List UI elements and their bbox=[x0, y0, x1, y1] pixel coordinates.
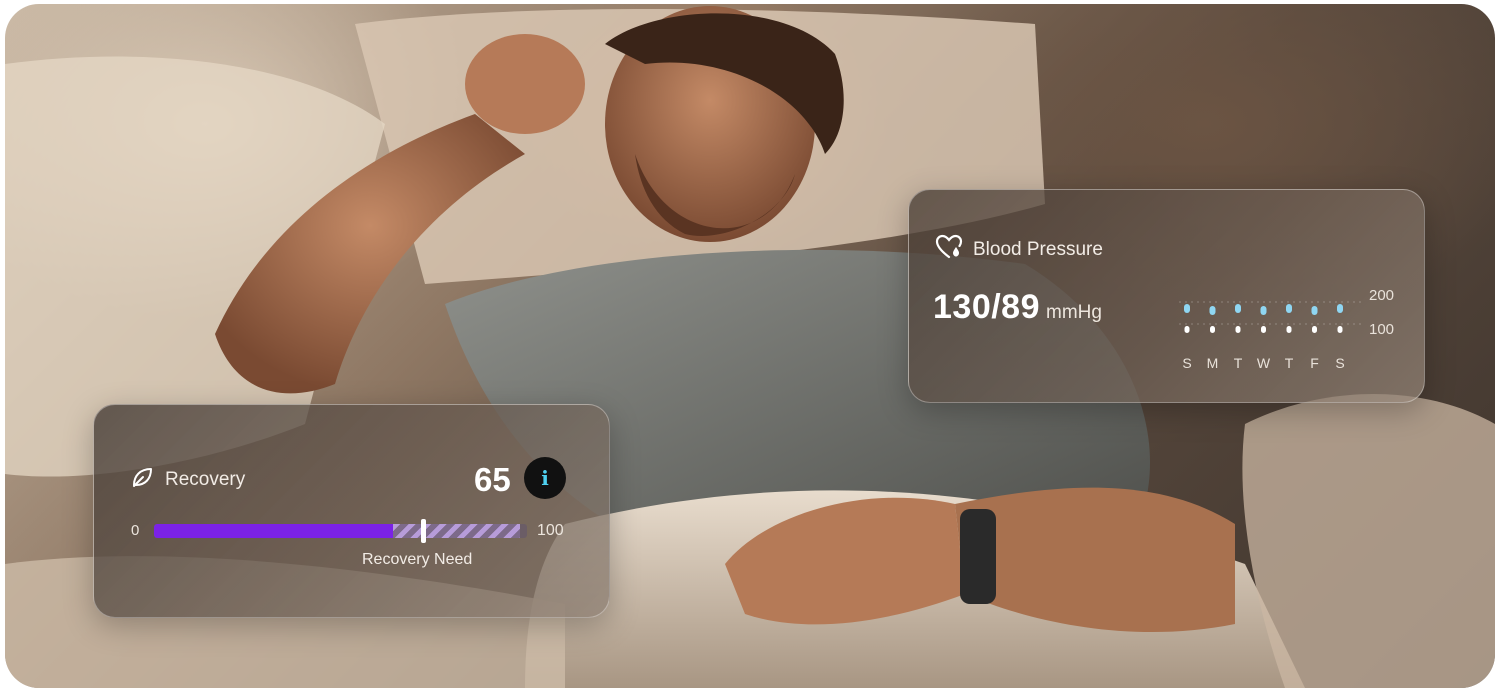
leaf-icon bbox=[131, 466, 153, 493]
blood-pressure-reading: 130/89 mmHg bbox=[933, 288, 1102, 327]
day-label: F bbox=[1310, 355, 1319, 371]
recovery-header: Recovery bbox=[131, 466, 245, 493]
day-label: W bbox=[1257, 355, 1271, 371]
diastolic-dot bbox=[1312, 326, 1317, 333]
heart-drop-icon bbox=[935, 234, 963, 265]
diastolic-dot bbox=[1184, 326, 1190, 333]
recovery-card: Recovery 65 i 0 100 Recovery Need bbox=[93, 404, 610, 618]
recovery-need-range bbox=[392, 524, 521, 538]
diastolic-dot bbox=[1235, 326, 1241, 333]
day-label: S bbox=[1182, 355, 1191, 371]
recovery-need-marker bbox=[420, 519, 426, 543]
info-icon-glyph: i bbox=[541, 466, 549, 490]
day-label: S bbox=[1335, 355, 1344, 371]
blood-pressure-title: Blood Pressure bbox=[973, 238, 1103, 260]
recovery-scale-min: 0 bbox=[131, 522, 140, 539]
systolic-dot bbox=[1209, 306, 1216, 315]
blood-pressure-header: Blood Pressure bbox=[935, 234, 1103, 265]
recovery-progress-fill bbox=[154, 524, 393, 538]
hero-photo-frame: Blood Pressure 130/89 mmHg S M T W T F S 200 100… bbox=[5, 4, 1495, 688]
y-tick-label: 100 bbox=[1369, 321, 1394, 338]
diastolic-dot bbox=[1337, 326, 1343, 333]
recovery-scale-max: 100 bbox=[537, 522, 564, 539]
diastolic-dot bbox=[1286, 326, 1292, 333]
diastolic-dot bbox=[1261, 326, 1266, 333]
systolic-dot bbox=[1311, 306, 1318, 315]
recovery-title: Recovery bbox=[165, 468, 246, 490]
blood-pressure-card: Blood Pressure 130/89 mmHg S M T W T F S 200 100 bbox=[908, 189, 1425, 403]
systolic-dot bbox=[1286, 304, 1292, 313]
info-icon[interactable]: i bbox=[524, 457, 566, 499]
recovery-score: 65 bbox=[474, 461, 511, 498]
systolic-dot bbox=[1337, 304, 1343, 313]
recovery-need-label: Recovery Need bbox=[362, 551, 473, 568]
blood-pressure-unit: mmHg bbox=[1046, 302, 1102, 323]
diastolic-dot bbox=[1210, 326, 1215, 333]
recovery-progress-bar bbox=[154, 524, 527, 538]
day-label: T bbox=[1285, 355, 1294, 371]
day-label: M bbox=[1207, 355, 1219, 371]
systolic-dot bbox=[1184, 304, 1190, 313]
systolic-dot bbox=[1260, 306, 1267, 315]
systolic-dot bbox=[1235, 304, 1241, 313]
y-tick-label: 200 bbox=[1369, 287, 1394, 304]
blood-pressure-weekly-chart: S M T W T F S200100 bbox=[1179, 287, 1394, 371]
blood-pressure-value: 130/89 bbox=[933, 288, 1040, 326]
day-label: T bbox=[1234, 355, 1243, 371]
